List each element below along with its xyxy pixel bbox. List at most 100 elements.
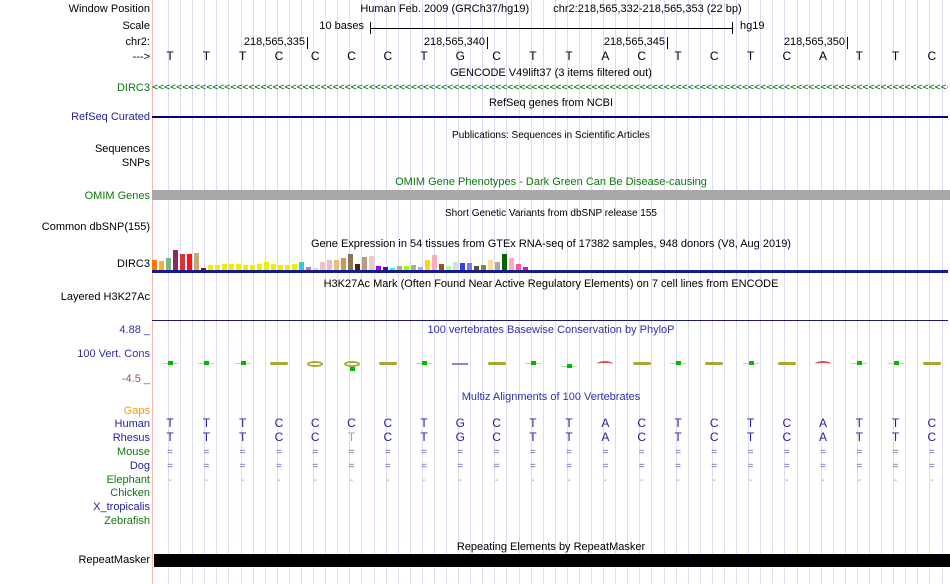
multiz-zebrafish-label[interactable]: Zebrafish bbox=[4, 515, 150, 528]
multiz-human-base: C bbox=[274, 416, 284, 430]
gtex-tissue-bar[interactable] bbox=[173, 250, 178, 270]
repeatmasker-label[interactable]: RepeatMasker bbox=[4, 554, 150, 567]
multiz-dog-mark: = bbox=[421, 461, 427, 472]
multiz-xtropicalis-label[interactable]: X_tropicalis bbox=[4, 501, 150, 514]
gencode-gene-label[interactable]: DIRC3 bbox=[4, 82, 150, 95]
omim-genes-label[interactable]: OMIM Genes bbox=[4, 190, 150, 203]
base-letter: T bbox=[674, 49, 682, 63]
multiz-elephant-mark: - bbox=[494, 475, 499, 486]
position-tick bbox=[847, 37, 848, 49]
multiz-rhesus-base: C bbox=[310, 430, 320, 444]
multiz-mouse-mark: = bbox=[348, 447, 355, 458]
multiz-rhesus-base: A bbox=[601, 430, 610, 444]
omim-track-title[interactable]: OMIM Gene Phenotypes - Dark Green Can Be… bbox=[152, 176, 950, 189]
multiz-mouse-mark: = bbox=[675, 447, 681, 458]
multiz-rhesus-label[interactable]: Rhesus bbox=[4, 432, 150, 445]
base-letter: C bbox=[709, 49, 719, 63]
refseq-curated-label[interactable]: RefSeq Curated bbox=[4, 111, 150, 124]
publications-snps-label[interactable]: SNPs bbox=[4, 157, 150, 170]
gtex-tissue-bar[interactable] bbox=[194, 253, 199, 270]
gencode-gene-line[interactable]: <<<<<<<<<<<<<<<<<<<<<<<<<<<<<<<<<<<<<<<<… bbox=[152, 83, 948, 93]
gtex-tissue-bar[interactable] bbox=[299, 262, 304, 270]
multiz-elephant-mark: - bbox=[386, 475, 390, 486]
gtex-tissue-bar[interactable] bbox=[327, 260, 332, 270]
publications-sequences-label[interactable]: Sequences bbox=[4, 143, 150, 156]
cons-green-mark bbox=[893, 361, 899, 365]
multiz-mouse-label[interactable]: Mouse bbox=[4, 446, 150, 459]
gtex-tissue-bar[interactable] bbox=[495, 262, 500, 270]
multiz-human-base: C bbox=[637, 416, 647, 430]
h3k27ac-label[interactable]: Layered H3K27Ac bbox=[4, 291, 150, 304]
gtex-track-title[interactable]: Gene Expression in 54 tissues from GTEx … bbox=[152, 238, 950, 251]
multiz-gaps-label[interactable]: Gaps bbox=[4, 405, 150, 418]
refseq-curated-line[interactable] bbox=[152, 116, 948, 118]
omim-gene-bar[interactable] bbox=[152, 190, 950, 200]
base-letter: C bbox=[274, 49, 284, 63]
scale-ruler bbox=[370, 28, 733, 29]
repeatmasker-element-bar[interactable] bbox=[154, 554, 950, 567]
gtex-tissue-bar[interactable] bbox=[425, 260, 430, 270]
cons-green-mark bbox=[168, 361, 174, 365]
multiz-rhesus-base: T bbox=[565, 430, 573, 444]
cons-blue-mark bbox=[452, 363, 469, 365]
repeatmasker-track-title[interactable]: Repeating Elements by RepeatMasker bbox=[152, 541, 950, 554]
gtex-tissue-bar[interactable] bbox=[334, 260, 339, 270]
multiz-dog-mark: = bbox=[203, 461, 210, 472]
multiz-mouse-mark: = bbox=[711, 447, 718, 458]
gtex-tissue-bar[interactable] bbox=[180, 254, 185, 270]
base-letter: C bbox=[782, 49, 792, 63]
dbsnp-track-title[interactable]: Short Genetic Variants from dbSNP releas… bbox=[152, 207, 950, 220]
gtex-tissue-bar[interactable] bbox=[502, 254, 507, 270]
gtex-baseline[interactable] bbox=[152, 270, 948, 273]
gtex-tissue-bar[interactable] bbox=[320, 262, 325, 270]
multiz-mouse-mark: = bbox=[892, 447, 899, 458]
multiz-dog-mark: = bbox=[856, 461, 863, 472]
multiz-human-base: T bbox=[166, 416, 174, 430]
publications-track-title[interactable]: Publications: Sequences in Scientific Ar… bbox=[152, 129, 950, 142]
window-position-label: Window Position bbox=[68, 3, 150, 15]
gtex-tissue-bar[interactable] bbox=[348, 254, 353, 270]
gtex-tissue-bar[interactable] bbox=[166, 258, 171, 270]
gtex-tissue-bar[interactable] bbox=[362, 257, 367, 270]
multiz-dog-mark: = bbox=[493, 461, 500, 472]
multiz-dog-label[interactable]: Dog bbox=[4, 460, 150, 473]
multiz-human-label[interactable]: Human bbox=[4, 418, 150, 431]
gtex-tissue-bar[interactable] bbox=[509, 258, 514, 270]
multiz-dog-mark: = bbox=[892, 461, 899, 472]
multiz-dog-mark: = bbox=[529, 461, 536, 472]
gencode-track-title[interactable]: GENCODE V49lift37 (3 items filtered out) bbox=[152, 67, 950, 80]
multiz-chicken-label[interactable]: Chicken bbox=[4, 487, 150, 500]
genome-title: Human Feb. 2009 (GRCh37/hg19) bbox=[360, 3, 530, 15]
multiz-human-base: T bbox=[674, 416, 682, 430]
multiz-human-base: G bbox=[455, 416, 465, 430]
gtex-tissue-bar[interactable] bbox=[369, 256, 374, 270]
gtex-tissue-bar[interactable] bbox=[453, 262, 458, 270]
cons-track-label[interactable]: 100 Vert. Cons bbox=[4, 348, 150, 361]
multiz-elephant-mark: - bbox=[349, 475, 354, 486]
h3k27ac-track-title[interactable]: H3K27Ac Mark (Often Found Near Active Re… bbox=[152, 278, 950, 291]
gtex-tissue-bar[interactable] bbox=[264, 262, 269, 270]
base-letter: C bbox=[347, 49, 356, 63]
gtex-tissue-bar[interactable] bbox=[488, 260, 493, 270]
refseq-track-title[interactable]: RefSeq genes from NCBI bbox=[152, 97, 950, 110]
gtex-tissue-bar[interactable] bbox=[152, 260, 157, 270]
multiz-elephant-mark: - bbox=[168, 475, 172, 486]
phylop-track-title[interactable]: 100 vertebrates Basewise Conservation by… bbox=[152, 324, 950, 337]
gtex-tissue-bar[interactable] bbox=[460, 263, 465, 270]
multiz-human-base: T bbox=[891, 416, 900, 430]
gtex-tissue-bar[interactable] bbox=[159, 261, 164, 270]
gtex-gene-label[interactable]: DIRC3 bbox=[4, 258, 150, 271]
cons-green-mark bbox=[240, 361, 246, 365]
multiz-elephant-mark: - bbox=[893, 475, 898, 486]
cons-green-mark bbox=[422, 361, 427, 365]
gtex-tissue-bar[interactable] bbox=[341, 258, 346, 270]
multiz-elephant-label[interactable]: Elephant bbox=[4, 474, 150, 487]
base-letter: T bbox=[202, 49, 211, 63]
gtex-tissue-bar[interactable] bbox=[187, 254, 192, 270]
cons-green-mark bbox=[857, 361, 863, 365]
gtex-tissue-bar[interactable] bbox=[467, 263, 472, 270]
gtex-tissue-bar[interactable] bbox=[432, 255, 437, 270]
multiz-rhesus-base: T bbox=[674, 430, 682, 444]
multiz-track-title[interactable]: Multiz Alignments of 100 Vertebrates bbox=[152, 391, 950, 404]
common-dbsnp-label[interactable]: Common dbSNP(155) bbox=[4, 221, 150, 234]
